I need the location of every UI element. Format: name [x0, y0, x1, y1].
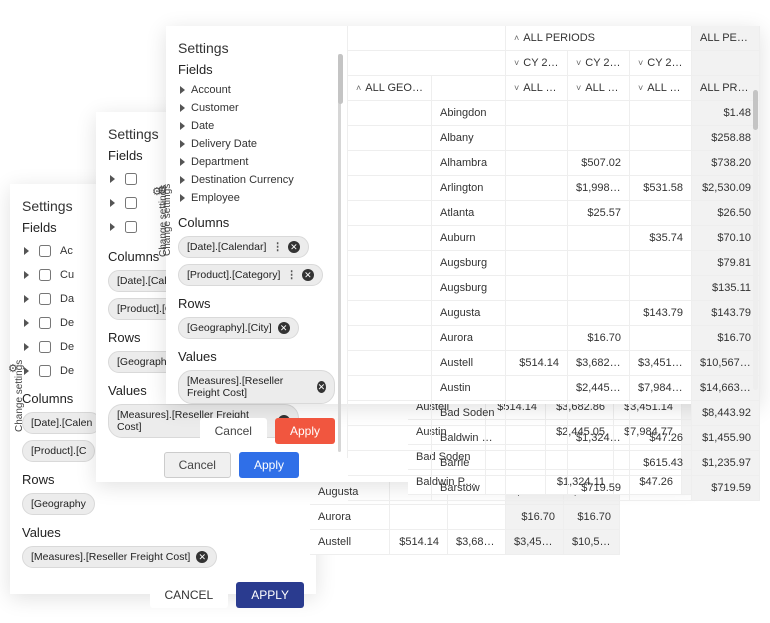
- caret-icon: [180, 158, 185, 166]
- remove-icon[interactable]: ✕: [196, 551, 208, 563]
- field-checkbox[interactable]: [39, 317, 51, 329]
- caret-icon: [110, 175, 115, 183]
- field-row[interactable]: Department: [180, 155, 335, 169]
- value-chip[interactable]: [Measures].[Reseller Freight Cost]✕: [178, 370, 335, 404]
- scrollbar[interactable]: [338, 54, 341, 452]
- field-checkbox[interactable]: [125, 173, 137, 185]
- caret-icon: [110, 199, 115, 207]
- fields-list-front: Account Customer Date Delivery Date Depa…: [180, 83, 335, 205]
- scrollbar[interactable]: [753, 90, 758, 390]
- remove-icon[interactable]: ✕: [278, 322, 290, 334]
- field-row[interactable]: Employee: [180, 191, 335, 205]
- caret-icon: [180, 104, 185, 112]
- change-settings-label: Change settings: [162, 184, 173, 256]
- field-row[interactable]: Destination Currency: [180, 173, 335, 187]
- caret-icon: [180, 176, 185, 184]
- chevron-up-icon[interactable]: ˄: [514, 33, 519, 43]
- chevron-up-icon[interactable]: ˄: [356, 83, 361, 93]
- apply-button[interactable]: Apply: [275, 418, 335, 444]
- field-checkbox[interactable]: [39, 269, 51, 281]
- caret-icon: [24, 295, 29, 303]
- table-row: Barrie$615.43$1,235.97: [348, 451, 760, 476]
- row-chip[interactable]: [Geography: [22, 493, 95, 515]
- caret-icon: [180, 86, 185, 94]
- cancel-button[interactable]: Cancel: [200, 418, 267, 444]
- table-row: Bad Soden$8,443.92: [348, 401, 760, 426]
- fields-heading: Fields: [178, 62, 335, 77]
- table-row: Baldwin Park$1,324.11$47.26$1,455.90: [348, 426, 760, 451]
- table-row: Augusta$143.79$143.79: [348, 301, 760, 326]
- caret-icon: [24, 343, 29, 351]
- table-row: Auburn$35.74$70.10: [348, 226, 760, 251]
- caret-icon: [24, 319, 29, 327]
- chevron-down-icon[interactable]: ˅: [638, 58, 643, 68]
- remove-icon[interactable]: ✕: [302, 269, 314, 281]
- values-heading: Values: [178, 349, 335, 364]
- chevron-down-icon[interactable]: ˅: [514, 83, 519, 93]
- table-row: Augsburg$79.81: [348, 251, 760, 276]
- pivot-table-front[interactable]: ˄ALL PERIODS ALL PERIODS ˅CY 2010 ˅CY 20…: [348, 26, 760, 404]
- caret-icon: [180, 122, 185, 130]
- table-row: Austell $514.14 $3,682.86 $3,451.14 $10,…: [310, 530, 620, 555]
- table-header-row: ˅CY 2010 ˅CY 2011 ˅CY 2012: [348, 51, 760, 76]
- field-checkbox[interactable]: [125, 221, 137, 233]
- change-settings-label: Change settings: [14, 360, 25, 432]
- column-chip[interactable]: [Product].[C: [22, 440, 95, 462]
- chevron-down-icon[interactable]: ˅: [576, 83, 581, 93]
- chevron-down-icon[interactable]: ˅: [638, 83, 643, 93]
- table-row: Aurora$16.70$16.70: [348, 326, 760, 351]
- field-row[interactable]: Customer: [180, 101, 335, 115]
- columns-heading: Columns: [178, 215, 335, 230]
- table-header-row: ˄ALL GEOGRA… ˅ALL PRO… ˅ALL PRO… ˅ALL PR…: [348, 76, 760, 101]
- kebab-icon[interactable]: ⋮: [286, 269, 296, 281]
- caret-icon: [24, 247, 29, 255]
- rows-heading: Rows: [178, 296, 335, 311]
- column-chip[interactable]: [Date].[Calen: [22, 412, 101, 434]
- caret-icon: [24, 271, 29, 279]
- remove-icon[interactable]: ✕: [288, 241, 300, 253]
- field-checkbox[interactable]: [39, 365, 51, 377]
- caret-icon: [180, 140, 185, 148]
- cancel-button[interactable]: CANCEL: [150, 582, 229, 608]
- table-row: Alhambra$507.02$738.20: [348, 151, 760, 176]
- caret-icon: [180, 194, 185, 202]
- table-row: Abingdon$1.48: [348, 101, 760, 126]
- remove-icon[interactable]: ✕: [317, 381, 326, 393]
- column-chip[interactable]: [Product].[Category]⋮✕: [178, 264, 323, 286]
- table-row: Albany$258.88: [348, 126, 760, 151]
- table-row: Arlington$1,998.51$531.58$2,530.09: [348, 176, 760, 201]
- apply-button[interactable]: APPLY: [236, 582, 304, 608]
- field-checkbox[interactable]: [39, 245, 51, 257]
- field-row[interactable]: Delivery Date: [180, 137, 335, 151]
- table-row: Austin$2,445.05$7,984.77$14,663.13: [348, 376, 760, 401]
- table-row: Augsburg$135.11: [348, 276, 760, 301]
- field-checkbox[interactable]: [39, 341, 51, 353]
- field-row[interactable]: Date: [180, 119, 335, 133]
- values-heading: Values: [22, 525, 304, 540]
- settings-title: Settings: [178, 40, 335, 56]
- chevron-down-icon[interactable]: ˅: [576, 58, 581, 68]
- chevron-down-icon[interactable]: ˅: [514, 58, 519, 68]
- caret-icon: [110, 223, 115, 231]
- field-checkbox[interactable]: [125, 197, 137, 209]
- column-chip[interactable]: [Date].[Calendar]⋮✕: [178, 236, 309, 258]
- table-row: Aurora $16.70 $16.70: [310, 505, 620, 530]
- settings-panel-front: Settings Fields Account Customer Date De…: [166, 26, 760, 404]
- table-header-row: ˄ALL PERIODS ALL PERIODS: [348, 26, 760, 51]
- table-row: Austell$514.14$3,682.86$3,451.14$10,567.…: [348, 351, 760, 376]
- kebab-icon[interactable]: ⋮: [272, 241, 282, 253]
- table-row: Barstow$719.59$719.59: [348, 476, 760, 501]
- table-row: Atlanta$25.57$26.50: [348, 201, 760, 226]
- row-chip[interactable]: [Geography].[City]✕: [178, 317, 299, 339]
- field-row[interactable]: Account: [180, 83, 335, 97]
- field-checkbox[interactable]: [39, 293, 51, 305]
- value-chip[interactable]: [Measures].[Reseller Freight Cost]✕: [22, 546, 217, 568]
